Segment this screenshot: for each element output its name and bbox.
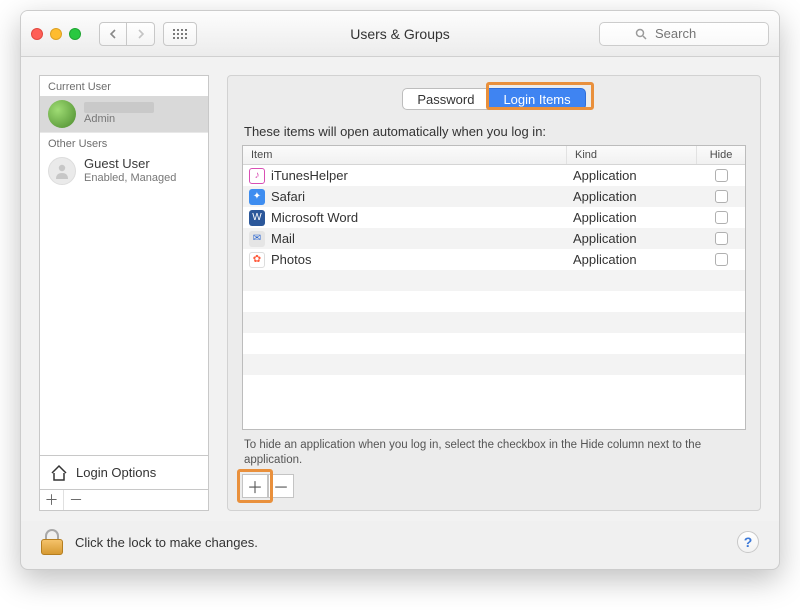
app-icon: ✉ <box>249 231 265 247</box>
guest-user-status: Enabled, Managed <box>84 172 176 185</box>
empty-row <box>243 333 745 354</box>
back-button[interactable] <box>99 22 127 46</box>
empty-row <box>243 270 745 291</box>
table-row[interactable]: ✿ Photos Application <box>243 249 745 270</box>
cell-kind: Application <box>567 168 697 183</box>
lock-text: Click the lock to make changes. <box>75 535 258 550</box>
tab-password[interactable]: Password <box>402 88 489 110</box>
current-user-row[interactable]: Admin <box>40 96 208 132</box>
item-name: Safari <box>271 189 305 204</box>
hide-checkbox[interactable] <box>715 232 728 245</box>
cell-item: W Microsoft Word <box>243 210 567 226</box>
cell-item: ✉ Mail <box>243 231 567 247</box>
current-user-role: Admin <box>84 113 154 126</box>
item-name: Photos <box>271 252 311 267</box>
search-icon <box>635 28 647 40</box>
table-body: ♪ iTunesHelper Application ✦ Safari Appl… <box>243 165 745 429</box>
annotation-highlight-tab <box>486 82 594 110</box>
column-header-hide[interactable]: Hide <box>697 146 745 164</box>
avatar <box>48 100 76 128</box>
user-meta: Admin <box>84 102 154 126</box>
item-name: Microsoft Word <box>271 210 358 225</box>
window-controls <box>31 28 81 40</box>
content-area: Current User Admin Other Users Guest Use… <box>21 57 779 521</box>
item-name: Mail <box>271 231 295 246</box>
login-items-description: These items will open automatically when… <box>244 124 746 139</box>
nav-back-forward <box>99 22 155 46</box>
user-meta: Guest User Enabled, Managed <box>84 157 176 185</box>
main-pane: Password Login Items These items will op… <box>227 75 761 511</box>
chevron-right-icon <box>137 29 145 39</box>
add-user-button[interactable]: ＋ <box>40 490 64 510</box>
titlebar: Users & Groups <box>21 11 779 57</box>
app-icon: W <box>249 210 265 226</box>
empty-row <box>243 312 745 333</box>
cell-kind: Application <box>567 189 697 204</box>
cell-item: ✿ Photos <box>243 252 567 268</box>
empty-row <box>243 354 745 375</box>
cell-hide <box>697 169 745 182</box>
app-icon: ✦ <box>249 189 265 205</box>
help-button[interactable]: ? <box>737 531 759 553</box>
users-list: Current User Admin Other Users Guest Use… <box>39 75 209 456</box>
forward-button[interactable] <box>127 22 155 46</box>
search-input[interactable] <box>653 25 733 42</box>
column-header-kind[interactable]: Kind <box>567 146 697 164</box>
show-all-preferences-button[interactable] <box>163 22 197 46</box>
table-row[interactable]: ✉ Mail Application <box>243 228 745 249</box>
chevron-left-icon <box>109 29 117 39</box>
cell-item: ✦ Safari <box>243 189 567 205</box>
cell-kind: Application <box>567 252 697 267</box>
hide-hint-text: To hide an application when you log in, … <box>244 438 744 468</box>
login-options-label: Login Options <box>76 465 156 480</box>
login-items-table: Item Kind Hide ♪ iTunesHelper Applicatio… <box>242 145 746 430</box>
login-items-add-remove: ＋ － <box>242 474 746 498</box>
remove-user-button[interactable]: － <box>64 490 88 510</box>
minimize-window-button[interactable] <box>50 28 62 40</box>
empty-row <box>243 291 745 312</box>
search-field[interactable] <box>599 22 769 46</box>
table-header: Item Kind Hide <box>243 146 745 165</box>
app-icon: ✿ <box>249 252 265 268</box>
hide-checkbox[interactable] <box>715 169 728 182</box>
sidebar-add-remove: ＋ － <box>39 490 209 511</box>
guest-user-name: Guest User <box>84 157 176 172</box>
table-row[interactable]: ♪ iTunesHelper Application <box>243 165 745 186</box>
hide-checkbox[interactable] <box>715 211 728 224</box>
sidebar-section-other: Other Users <box>40 132 208 153</box>
house-icon <box>50 464 68 482</box>
cell-item: ♪ iTunesHelper <box>243 168 567 184</box>
hide-checkbox[interactable] <box>715 253 728 266</box>
column-header-item[interactable]: Item <box>243 146 567 164</box>
login-options-button[interactable]: Login Options <box>39 456 209 490</box>
lock-body-icon <box>41 539 63 555</box>
add-login-item-button[interactable]: ＋ <box>242 474 268 498</box>
users-sidebar: Current User Admin Other Users Guest Use… <box>39 75 209 511</box>
cell-hide <box>697 232 745 245</box>
current-user-name <box>84 102 154 113</box>
item-name: iTunesHelper <box>271 168 348 183</box>
table-row[interactable]: W Microsoft Word Application <box>243 207 745 228</box>
table-row[interactable]: ✦ Safari Application <box>243 186 745 207</box>
person-silhouette-icon <box>53 162 71 180</box>
close-window-button[interactable] <box>31 28 43 40</box>
lock-bar: Click the lock to make changes. ? <box>21 521 779 569</box>
preferences-window: Users & Groups Current User Admin Other … <box>20 10 780 570</box>
lock-button[interactable] <box>41 529 63 555</box>
sidebar-section-current: Current User <box>40 76 208 96</box>
guest-user-row[interactable]: Guest User Enabled, Managed <box>40 153 208 189</box>
cell-hide <box>697 190 745 203</box>
annotation-highlight-add: ＋ <box>242 474 268 498</box>
app-icon: ♪ <box>249 168 265 184</box>
cell-hide <box>697 253 745 266</box>
cell-hide <box>697 211 745 224</box>
cell-kind: Application <box>567 210 697 225</box>
zoom-window-button[interactable] <box>69 28 81 40</box>
cell-kind: Application <box>567 231 697 246</box>
hide-checkbox[interactable] <box>715 190 728 203</box>
avatar <box>48 157 76 185</box>
grid-icon <box>173 29 187 39</box>
